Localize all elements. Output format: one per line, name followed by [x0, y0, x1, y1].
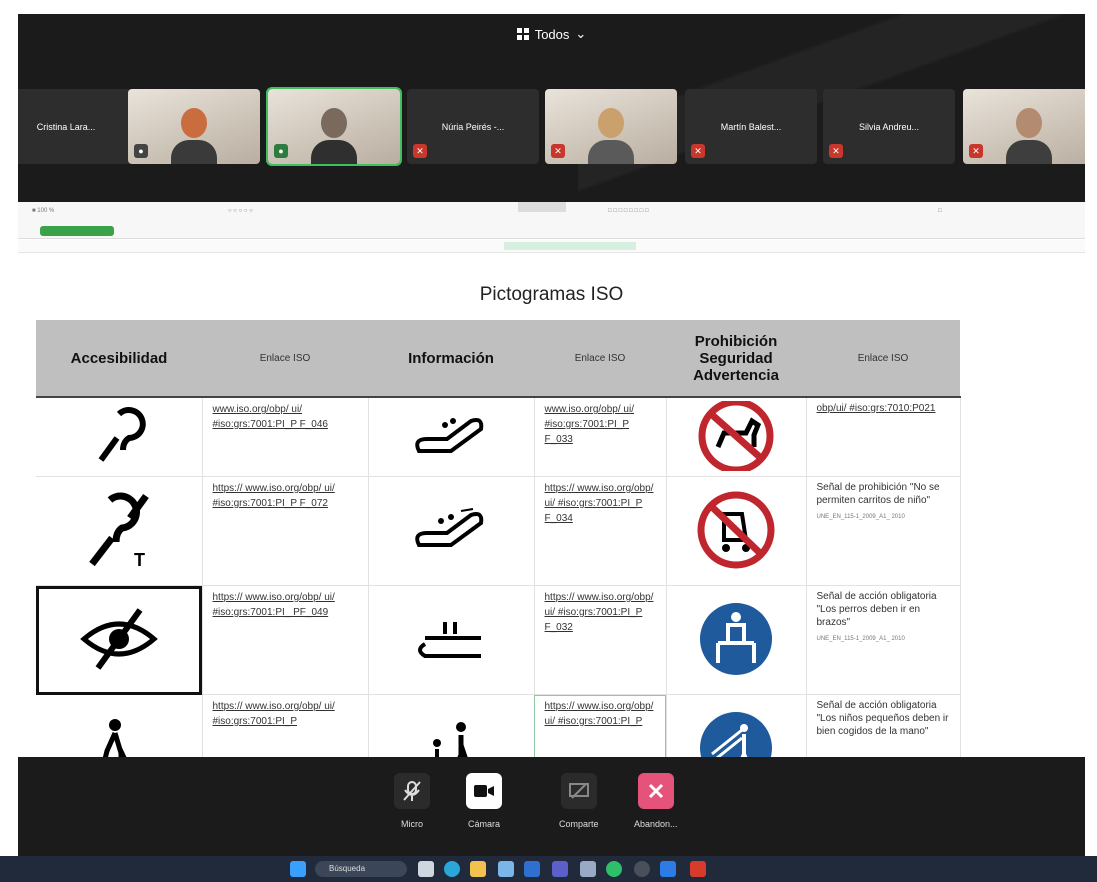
- mic-muted-icon: ✕: [551, 144, 565, 158]
- taskbar-search[interactable]: Búsqueda: [315, 861, 407, 877]
- iso-link[interactable]: https:// www.iso.org/obp/ ui/ #iso:grs:7…: [202, 585, 369, 695]
- table-row: https:// www.iso.org/obp/ ui/ #iso:grs:7…: [36, 694, 961, 757]
- spreadsheet-toolbar: ■ 100 % ○ ○ ○ ○ ○ □ □ □ □ □ □ □ □ □: [18, 202, 1085, 239]
- whatsapp-icon[interactable]: [606, 861, 622, 877]
- iso-link[interactable]: https:// www.iso.org/obp/ ui/ #iso:grs:7…: [534, 585, 667, 695]
- participant-name: Cristina Lara...: [36, 121, 96, 132]
- column-ruler: [18, 240, 1085, 253]
- hearing-loop-t-icon[interactable]: T: [36, 476, 203, 586]
- column-header: Enlace ISO: [534, 320, 666, 398]
- svg-text:T: T: [134, 550, 145, 570]
- close-icon: [637, 773, 674, 809]
- camera-button[interactable]: Cámara: [466, 773, 502, 829]
- camera-icon: [466, 773, 502, 809]
- participant-tile-active[interactable]: ●: [266, 87, 402, 166]
- mic-muted-icon: ✕: [969, 144, 983, 158]
- no-strollers-sign-icon[interactable]: [666, 476, 807, 586]
- folder-icon[interactable]: [470, 861, 486, 877]
- escalator-icon[interactable]: [368, 397, 535, 477]
- iso-link[interactable]: https:// www.iso.org/obp/ ui/ #iso:grs:7…: [202, 476, 369, 586]
- share-screen-icon: [560, 773, 597, 809]
- participant-video: [1006, 104, 1052, 164]
- participant-strip: Cristina Lara... ● ● Núria Peirés -... ✕…: [18, 87, 1085, 167]
- sign-description: Señal de acción obligatoria "Los niños p…: [806, 694, 961, 757]
- mic-muted-icon: ✕: [829, 144, 843, 158]
- escalator-up-icon[interactable]: [368, 476, 535, 586]
- participant-tile[interactable]: Martín Balest... ✕: [685, 89, 817, 164]
- camera-label: Cámara: [467, 819, 500, 829]
- edge-icon[interactable]: [444, 861, 460, 877]
- speaking-icon: ●: [274, 144, 288, 158]
- column-header: Accesibilidad: [36, 320, 202, 398]
- meeting-controls: Micro Cámara Comparte Abandon...: [18, 759, 1085, 856]
- column-header: Información: [368, 320, 534, 398]
- iso-link[interactable]: www.iso.org/obp/ ui/ #iso:grs:7001:PI_P …: [534, 397, 667, 477]
- moving-walkway-icon[interactable]: [368, 585, 535, 695]
- sheet-title: Pictogramas ISO: [479, 284, 624, 305]
- sign-description: Señal de prohibición "No se permiten car…: [806, 476, 961, 586]
- participant-tile[interactable]: Silvia Andreu... ✕: [823, 89, 955, 164]
- pictogram-table: Accesibilidad Enlace ISO Información Enl…: [36, 320, 961, 757]
- hearing-loop-icon[interactable]: [36, 397, 203, 477]
- participant-video: [588, 104, 634, 164]
- shared-screen: ■ 100 % ○ ○ ○ ○ ○ □ □ □ □ □ □ □ □ □ Pict…: [18, 202, 1085, 757]
- start-icon[interactable]: [290, 861, 306, 877]
- participant-video: [171, 104, 217, 164]
- app-icon[interactable]: [498, 861, 514, 877]
- stairs-people-icon[interactable]: [368, 694, 535, 757]
- sign-description: obp/ui/ #iso:grs:7010:P021: [806, 397, 961, 477]
- iso-link[interactable]: www.iso.org/obp/ ui/ #iso:grs:7001:PI_P …: [202, 397, 369, 477]
- column-header: Prohibición Seguridad Advertencia: [666, 320, 806, 398]
- blind-person-icon[interactable]: [36, 694, 203, 757]
- iso-link[interactable]: https:// www.iso.org/obp/ ui/ #iso:grs:7…: [202, 694, 369, 757]
- share-label: Comparte: [559, 819, 599, 829]
- teams-icon[interactable]: [552, 861, 568, 877]
- iso-link[interactable]: https:// www.iso.org/obp/ ui/ #iso:grs:7…: [534, 476, 667, 586]
- table-row: www.iso.org/obp/ ui/ #iso:grs:7001:PI_P …: [36, 397, 961, 477]
- iso-link-selected[interactable]: https:// www.iso.org/obp/ ui/ #iso:grs:7…: [534, 694, 667, 757]
- sign-description: Señal de acción obligatoria "Los perros …: [806, 585, 961, 695]
- chevron-down-icon: ⌄: [575, 26, 587, 41]
- participant-tile[interactable]: Núria Peirés -... ✕: [407, 89, 539, 164]
- table-row: T https:// www.iso.org/obp/ ui/ #iso:grs…: [36, 476, 961, 586]
- task-view-icon[interactable]: [418, 861, 434, 877]
- mic-muted-icon: ✕: [413, 144, 427, 158]
- view-label: Todos: [534, 26, 570, 42]
- meeting-window: Todos ⌄ Cristina Lara... ● ● Núria Peiré…: [18, 14, 1085, 856]
- leave-label: Abandon...: [634, 819, 678, 829]
- participant-tile[interactable]: ✕: [545, 89, 677, 164]
- outlook-icon[interactable]: [524, 861, 540, 877]
- participant-tile[interactable]: ✕: [963, 89, 1085, 164]
- windows-taskbar: Búsqueda: [0, 856, 1097, 882]
- mic-muted-icon: [394, 773, 430, 809]
- participant-video: [311, 104, 357, 164]
- no-dogs-sign-icon[interactable]: [666, 397, 807, 477]
- mic-label: Micro: [401, 819, 423, 829]
- word-icon[interactable]: [660, 861, 676, 877]
- acrobat-icon[interactable]: [690, 861, 706, 877]
- app-icon[interactable]: [580, 861, 596, 877]
- share-button[interactable]: Comparte: [559, 773, 599, 829]
- participant-tile[interactable]: ●: [128, 89, 260, 164]
- screen-margin-left: [0, 0, 18, 882]
- mic-muted-icon: ✕: [691, 144, 705, 158]
- participant-name: Núria Peirés -...: [441, 121, 505, 132]
- view-switcher[interactable]: Todos ⌄: [18, 14, 1085, 54]
- screen-margin-right: [1085, 0, 1097, 882]
- participant-tile[interactable]: Cristina Lara...: [18, 89, 132, 164]
- participant-name: Martín Balest...: [720, 121, 782, 132]
- hold-child-hand-sign-icon[interactable]: [666, 694, 807, 757]
- media-icon[interactable]: [634, 861, 650, 877]
- column-header: Enlace ISO: [806, 320, 960, 398]
- mic-button[interactable]: Micro: [394, 773, 430, 829]
- mic-icon: ●: [134, 144, 148, 158]
- carry-dog-sign-icon[interactable]: [666, 585, 807, 695]
- column-header: Enlace ISO: [202, 320, 368, 398]
- leave-button[interactable]: Abandon...: [634, 773, 678, 829]
- participant-name: Silvia Andreu...: [858, 121, 920, 132]
- sheet-tab-active[interactable]: [40, 226, 114, 236]
- low-vision-icon[interactable]: [36, 585, 203, 695]
- grid-view-icon: [516, 28, 529, 40]
- table-row: https:// www.iso.org/obp/ ui/ #iso:grs:7…: [36, 585, 961, 695]
